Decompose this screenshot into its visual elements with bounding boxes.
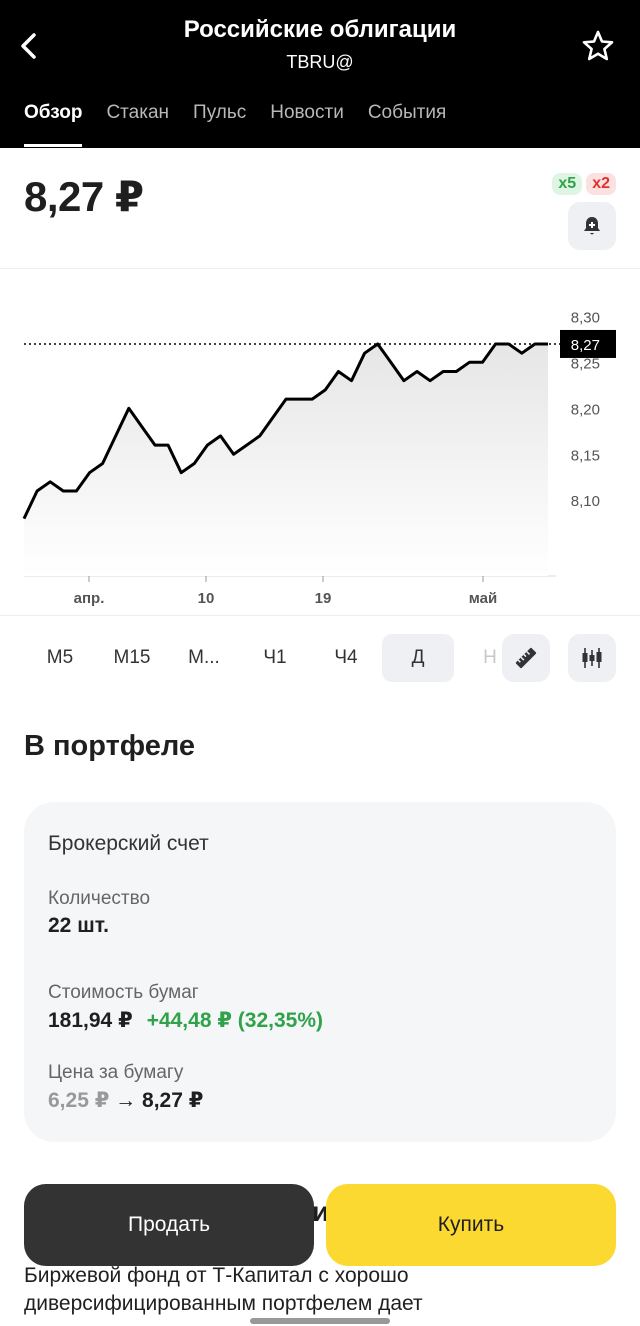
home-indicator: [250, 1318, 390, 1324]
ruler-icon: [515, 647, 537, 669]
price-chart-svg: 8,308,258,208,158,108,27апр. 10 19 май: [22, 309, 616, 607]
quantity-value: 22 шт.: [48, 914, 109, 937]
arrow-right-icon: →: [115, 1089, 137, 1112]
price-from: 6,25 ₽: [48, 1089, 110, 1112]
ticker-label: TBRU@: [286, 52, 354, 72]
price-per-share-row: 6,25 ₽ → 8,27 ₽: [48, 1088, 203, 1113]
y-tick-label: 8,10: [571, 493, 600, 510]
interval-more[interactable]: M...: [168, 634, 240, 682]
cost-row: 181,94 ₽ +44,48 ₽ (32,35%): [48, 1008, 323, 1033]
current-price-tag-text: 8,27: [571, 337, 600, 354]
cost-value: 181,94 ₽: [48, 1009, 133, 1032]
interval-selector: M5 M15 M... Ч1 Ч4 Д Н: [0, 634, 640, 682]
page-title: Российские облигации: [183, 16, 457, 43]
x-tick-label: 19: [315, 590, 332, 607]
tab-news[interactable]: Новости: [270, 102, 344, 147]
leverage-short-badge: x2: [586, 173, 616, 195]
price-area-fill: [24, 344, 548, 576]
quantity-label: Количество: [48, 888, 151, 909]
top-bar: Российские облигации TBRU@ Обзор Стакан …: [0, 0, 640, 148]
interval-h1[interactable]: Ч1: [240, 634, 310, 682]
interval-m5[interactable]: M5: [24, 634, 96, 682]
interval-m15[interactable]: M15: [96, 634, 168, 682]
favorite-star-icon[interactable]: [580, 28, 616, 64]
x-tick-label: апр.: [74, 590, 105, 607]
fund-description: Биржевой фонд от Т-Капитал с хорошо диве…: [24, 1264, 423, 1315]
price-to: 8,27 ₽: [142, 1089, 204, 1112]
tab-bar: Обзор Стакан Пульс Новости События: [24, 102, 446, 147]
ruler-tool-button[interactable]: [502, 634, 550, 682]
price-chart[interactable]: 8,30 8,25 8,20 8,15 8,10 8,27 апр. 10 19 май: [0, 268, 640, 616]
interval-day[interactable]: Д: [382, 634, 454, 682]
price-alert-button[interactable]: [568, 202, 616, 250]
leverage-badges: x5 x2: [552, 173, 616, 195]
bell-plus-icon: [584, 217, 600, 235]
account-name: Брокерский счет: [48, 832, 209, 855]
portfolio-section-title: В портфеле: [24, 730, 196, 762]
x-tick-label: май: [469, 590, 497, 607]
candlestick-icon: [582, 648, 602, 668]
candles-tool-button[interactable]: [568, 634, 616, 682]
current-price: 8,27 ₽: [24, 173, 144, 220]
tab-order-book[interactable]: Стакан: [106, 102, 169, 147]
cost-label: Стоимость бумаг: [48, 982, 199, 1003]
y-tick-label: 8,15: [571, 447, 600, 464]
tab-events[interactable]: События: [368, 102, 446, 147]
cost-gain: +44,48 ₽ (32,35%): [146, 1009, 323, 1032]
sell-button[interactable]: Продать: [24, 1184, 314, 1266]
tab-overview[interactable]: Обзор: [24, 102, 83, 147]
buy-button[interactable]: Купить: [326, 1184, 616, 1266]
y-tick-label: 8,20: [571, 401, 600, 418]
x-tick-label: 10: [198, 590, 215, 607]
interval-h4[interactable]: Ч4: [310, 634, 382, 682]
portfolio-card[interactable]: Брокерский счет Количество 22 шт. Стоимо…: [24, 802, 616, 1142]
y-tick-label: 8,30: [571, 309, 600, 326]
tab-pulse[interactable]: Пульс: [193, 102, 246, 147]
price-per-share-label: Цена за бумагу: [48, 1062, 184, 1083]
leverage-long-badge: x5: [552, 173, 583, 195]
